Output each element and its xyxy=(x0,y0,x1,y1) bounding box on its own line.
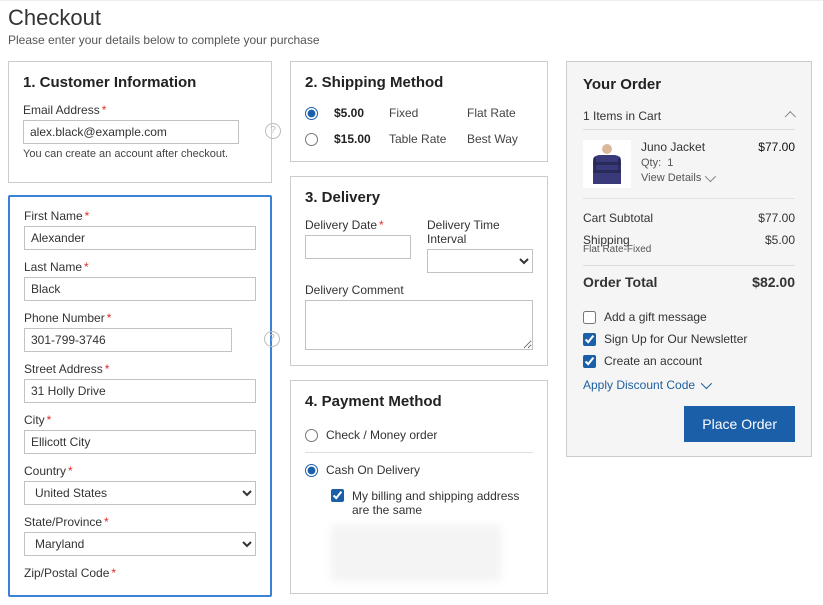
email-field[interactable] xyxy=(23,120,239,144)
cart-item-qty: Qty: 1 xyxy=(641,157,748,169)
payment-check-label: Check / Money order xyxy=(326,428,437,442)
delivery-date-field[interactable] xyxy=(305,235,411,259)
state-select[interactable]: Maryland xyxy=(24,532,256,556)
city-label: City* xyxy=(24,413,256,427)
shipping-heading: 2. Shipping Method xyxy=(305,74,533,91)
cart-item-price: $77.00 xyxy=(758,140,795,188)
view-details-toggle[interactable]: View Details xyxy=(641,172,748,184)
shipping-method-row[interactable]: $5.00 Fixed Flat Rate xyxy=(305,103,533,123)
last-name-field[interactable] xyxy=(24,277,256,301)
help-icon[interactable]: ? xyxy=(264,331,280,347)
gift-checkbox[interactable] xyxy=(583,311,596,324)
customer-heading: 1. Customer Information xyxy=(23,74,257,91)
payment-cod-label: Cash On Delivery xyxy=(326,463,420,477)
same-address-label: My billing and shipping address are the … xyxy=(352,489,533,517)
delivery-heading: 3. Delivery xyxy=(305,189,533,206)
newsletter-checkbox[interactable] xyxy=(583,333,596,346)
shipping-method-sub: Flat Rate-Fixed xyxy=(583,244,651,255)
payment-heading: 4. Payment Method xyxy=(305,393,533,410)
shipping-radio[interactable] xyxy=(305,107,318,120)
zip-label: Zip/Postal Code* xyxy=(24,566,256,580)
first-name-label: First Name* xyxy=(24,209,256,223)
country-select[interactable]: United States xyxy=(24,481,256,505)
billing-address-block xyxy=(331,525,501,581)
shipping-type: Table Rate xyxy=(389,132,467,146)
subtotal-value: $77.00 xyxy=(758,211,795,225)
shipping-method-row[interactable]: $15.00 Table Rate Best Way xyxy=(305,129,533,149)
payment-check-option[interactable]: Check / Money order xyxy=(305,422,533,448)
same-address-checkbox[interactable] xyxy=(331,489,344,502)
create-account-checkbox[interactable] xyxy=(583,355,596,368)
newsletter-label: Sign Up for Our Newsletter xyxy=(604,332,747,346)
order-total-value: $82.00 xyxy=(752,274,795,290)
first-name-field[interactable] xyxy=(24,226,256,250)
shipping-radio[interactable] xyxy=(305,133,318,146)
payment-radio[interactable] xyxy=(305,464,318,477)
payment-cod-option[interactable]: Cash On Delivery xyxy=(305,457,533,483)
page-subtitle: Please enter your details below to compl… xyxy=(8,33,815,47)
city-field[interactable] xyxy=(24,430,256,454)
cart-item-name: Juno Jacket xyxy=(641,140,748,154)
country-label: Country* xyxy=(24,464,256,478)
subtotal-label: Cart Subtotal xyxy=(583,211,653,225)
create-account-label: Create an account xyxy=(604,354,702,368)
cart-count-label: 1 Items in Cart xyxy=(583,109,661,123)
delivery-time-select[interactable] xyxy=(427,249,533,273)
delivery-comment-label: Delivery Comment xyxy=(305,283,533,297)
street-label: Street Address* xyxy=(24,362,256,376)
street-field[interactable] xyxy=(24,379,256,403)
chevron-down-icon xyxy=(701,378,712,389)
chevron-up-icon xyxy=(785,111,796,122)
discount-code-toggle[interactable]: Apply Discount Code xyxy=(583,378,795,392)
newsletter-option[interactable]: Sign Up for Our Newsletter xyxy=(583,332,795,346)
email-hint: You can create an account after checkout… xyxy=(23,148,257,160)
cart-toggle[interactable]: 1 Items in Cart xyxy=(583,103,795,130)
page-title: Checkout xyxy=(8,5,815,31)
last-name-label: Last Name* xyxy=(24,260,256,274)
help-icon[interactable]: ? xyxy=(265,123,281,139)
shipping-price: $5.00 xyxy=(334,106,389,120)
cart-item: Juno Jacket Qty: 1 View Details $77.00 xyxy=(583,130,795,199)
shipping-name: Best Way xyxy=(467,132,533,146)
delivery-time-label: Delivery Time Interval xyxy=(427,218,533,246)
shipping-price: $15.00 xyxy=(334,132,389,146)
chevron-down-icon xyxy=(705,171,716,182)
create-account-option[interactable]: Create an account xyxy=(583,354,795,368)
shipping-total-value: $5.00 xyxy=(765,233,795,255)
place-order-button[interactable]: Place Order xyxy=(684,406,795,442)
product-thumbnail xyxy=(583,140,631,188)
email-label: Email Address* xyxy=(23,103,257,117)
phone-label: Phone Number* xyxy=(24,311,256,325)
shipping-name: Flat Rate xyxy=(467,106,533,120)
delivery-comment-field[interactable] xyxy=(305,300,533,350)
gift-message-option[interactable]: Add a gift message xyxy=(583,310,795,324)
payment-radio[interactable] xyxy=(305,429,318,442)
same-address-option[interactable]: My billing and shipping address are the … xyxy=(331,489,533,517)
delivery-date-label: Delivery Date* xyxy=(305,218,411,232)
order-total-label: Order Total xyxy=(583,274,657,290)
phone-field[interactable] xyxy=(24,328,232,352)
gift-label: Add a gift message xyxy=(604,310,707,324)
shipping-type: Fixed xyxy=(389,106,467,120)
order-heading: Your Order xyxy=(583,76,795,93)
